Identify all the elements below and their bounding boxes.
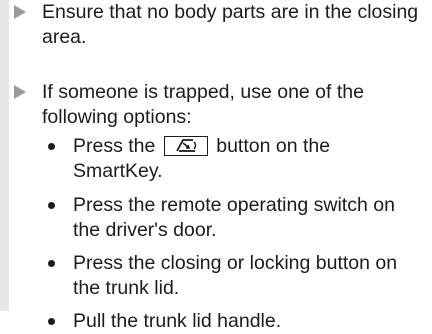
option-1-text-before: Press the bbox=[73, 135, 156, 157]
trunk-open-key-icon bbox=[163, 136, 208, 156]
bullet-dot-icon bbox=[48, 260, 55, 267]
option-1-text: Press the button on the SmartKey. bbox=[73, 134, 423, 184]
option-3-text: Press the closing or locking button on t… bbox=[73, 252, 398, 299]
bullet-dot-icon bbox=[48, 143, 55, 150]
bullet-dot-icon bbox=[48, 318, 55, 325]
margin-rule bbox=[0, 0, 9, 311]
bullet-dot-icon bbox=[48, 202, 55, 209]
triangle-bullet-icon bbox=[14, 85, 26, 99]
instruction-1-text: Ensure that no body parts are in the clo… bbox=[42, 1, 419, 48]
option-2-text: Press the remote operating switch on the… bbox=[73, 194, 395, 241]
triangle-bullet-icon bbox=[14, 5, 26, 19]
instruction-2-text: If someone is trapped, use one of the fo… bbox=[42, 81, 364, 128]
option-4-text: Pull the trunk lid handle. bbox=[73, 310, 282, 332]
